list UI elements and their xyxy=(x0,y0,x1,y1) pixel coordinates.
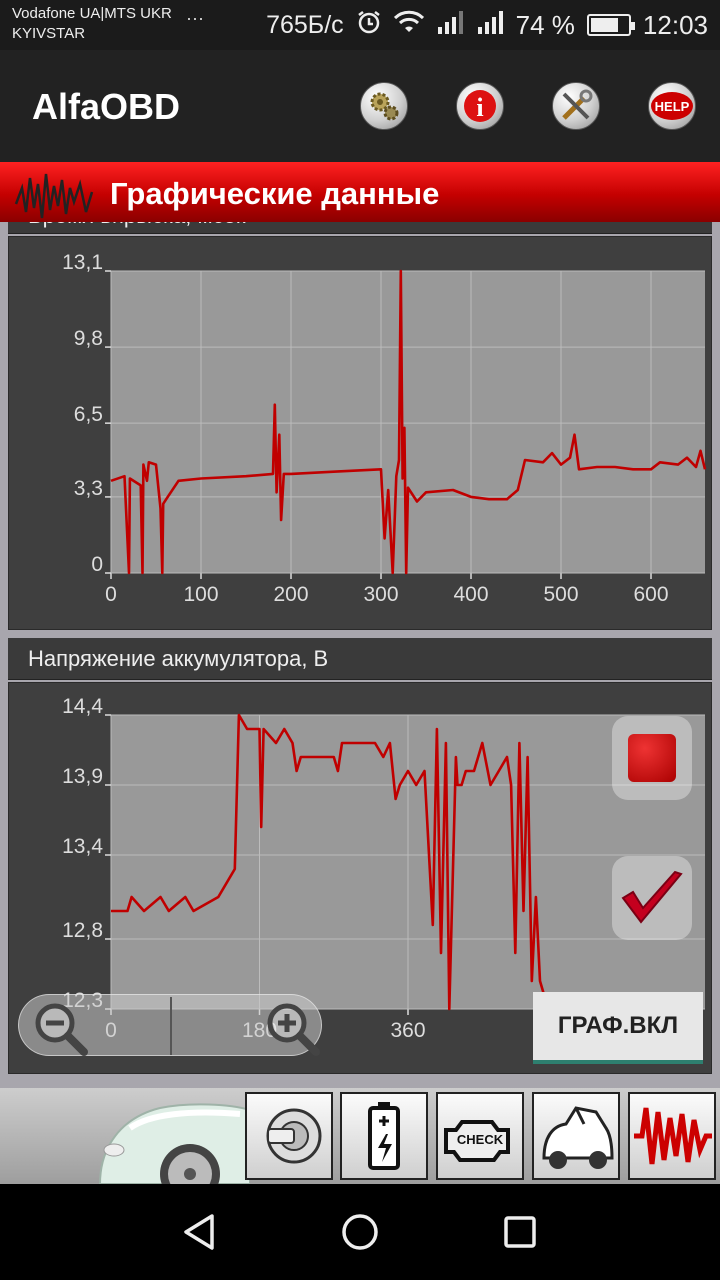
x-tick-label: 0 xyxy=(105,583,117,606)
app-bar: AlfaOBD i HELP xyxy=(0,50,720,162)
zoom-out-icon xyxy=(35,1003,88,1056)
check-engine-icon: CHECK xyxy=(444,1120,510,1162)
zoom-out-button[interactable] xyxy=(33,1001,88,1056)
help-icon: HELP xyxy=(651,92,693,120)
svg-text:HELP: HELP xyxy=(655,99,690,114)
network-speed: 765Б/с xyxy=(266,10,344,39)
y-tick-label: 9,8 xyxy=(74,327,103,350)
back-triangle-icon xyxy=(184,1214,214,1250)
x-tick-label: 300 xyxy=(363,583,398,606)
svg-text:i: i xyxy=(476,93,483,122)
status-icons: 765Б/с 74 % 12:03 xyxy=(266,8,708,42)
x-tick-label: 360 xyxy=(390,1019,425,1042)
y-tick-label: 13,9 xyxy=(62,765,103,788)
battery-icon xyxy=(586,14,635,36)
signal-icon-sim2 xyxy=(476,10,504,41)
app-screen: Vodafone UA|MTS UKR KYIVSTAR ··· 765Б/с … xyxy=(0,0,720,1280)
zoom-in-button[interactable] xyxy=(265,1001,320,1056)
svg-text:CHECK: CHECK xyxy=(457,1132,504,1147)
status-bar: Vodafone UA|MTS UKR KYIVSTAR ··· 765Б/с … xyxy=(0,0,720,50)
y-tick-label: 3,3 xyxy=(74,477,103,500)
car-service-button[interactable] xyxy=(532,1092,620,1180)
y-tick-label: 13,1 xyxy=(62,251,103,274)
zoom-controls xyxy=(18,994,322,1056)
injection-time-chart[interactable]: 0 100 200 300 400 500 600 0 3,3 6,5 9,8 13,1 xyxy=(9,237,711,629)
check-button[interactable] xyxy=(612,856,692,940)
y-tick-label: 14,4 xyxy=(62,695,103,718)
y-tick-label: 13,4 xyxy=(62,835,103,858)
alarm-icon xyxy=(356,9,382,42)
x-tick-label: 400 xyxy=(453,583,488,606)
carrier-info: Vodafone UA|MTS UKR KYIVSTAR xyxy=(12,4,172,44)
settings-gears-button[interactable] xyxy=(360,82,408,130)
carrier-line1: Vodafone UA|MTS UKR xyxy=(12,5,172,22)
y-tick-label: 12,8 xyxy=(62,919,103,942)
back-button[interactable] xyxy=(180,1212,220,1252)
system-nav-bar xyxy=(0,1184,720,1280)
x-tick-label: 600 xyxy=(633,583,668,606)
panel2-title: Напряжение аккумулятора, В xyxy=(28,646,329,671)
recent-square-icon xyxy=(504,1216,536,1248)
waveform-logo-icon xyxy=(14,173,94,219)
bottom-toolbar: CHECK xyxy=(0,1088,720,1184)
checkmark-icon xyxy=(621,870,683,924)
x-tick-label: 200 xyxy=(273,583,308,606)
x-tick-label: 100 xyxy=(183,583,218,606)
battery-button[interactable] xyxy=(340,1092,428,1180)
y-tick-label: 0 xyxy=(91,553,103,576)
battery-tool-icon xyxy=(368,1102,400,1170)
carrier-line2: KYIVSTAR xyxy=(12,25,86,42)
banner-title: Графические данные xyxy=(110,176,440,211)
battery-percent: 74 % xyxy=(515,9,575,40)
x-tick-label: 500 xyxy=(543,583,578,606)
settings-gears-icon xyxy=(370,92,399,121)
more-notifications-icon: ··· xyxy=(186,8,204,28)
home-button[interactable] xyxy=(340,1212,380,1252)
car-service-icon xyxy=(542,1106,614,1169)
ignition-key-button[interactable] xyxy=(245,1092,333,1180)
section-banner: Графические данные xyxy=(0,162,720,222)
wifi-icon xyxy=(393,10,424,41)
zoom-in-icon xyxy=(267,1003,320,1056)
graph-toggle-button[interactable]: ГРАФ.ВКЛ xyxy=(533,992,703,1064)
help-button[interactable]: HELP xyxy=(648,82,696,130)
zoom-separator xyxy=(170,997,172,1055)
chart1-panel: 0 100 200 300 400 500 600 0 3,3 6,5 9,8 13,1 xyxy=(8,236,712,630)
app-title: AlfaOBD xyxy=(32,86,181,127)
graph-waveform-button[interactable] xyxy=(628,1092,716,1180)
panel2-title-bar: Напряжение аккумулятора, В xyxy=(8,638,712,680)
tools-icon xyxy=(562,89,593,120)
check-engine-button[interactable]: CHECK xyxy=(436,1092,524,1180)
signal-icon-sim1 xyxy=(436,10,464,41)
y-tick-label: 6,5 xyxy=(74,403,103,426)
home-circle-icon xyxy=(342,1214,378,1250)
stop-icon xyxy=(628,734,676,782)
info-icon: i xyxy=(464,90,496,122)
tools-button[interactable] xyxy=(552,82,600,130)
recent-apps-button[interactable] xyxy=(500,1212,540,1252)
stop-button[interactable] xyxy=(612,716,692,800)
car-image xyxy=(98,1103,250,1184)
graph-waveform-icon xyxy=(634,1107,712,1165)
ignition-key-icon xyxy=(266,1108,322,1164)
clock: 12:03 xyxy=(642,9,708,40)
info-button[interactable]: i xyxy=(456,82,504,130)
